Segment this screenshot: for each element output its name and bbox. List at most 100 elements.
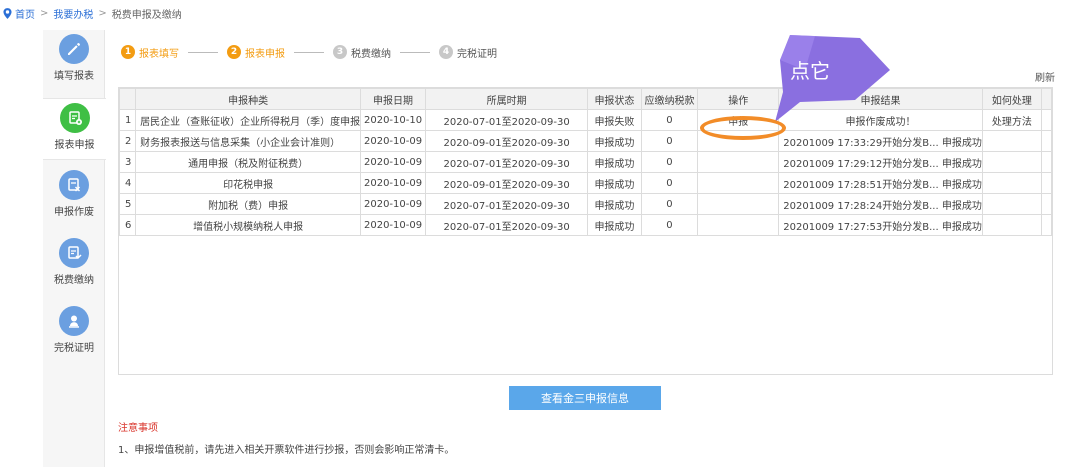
cell-date: 2020-10-09: [360, 172, 426, 194]
cell-result: 申报作废成功！: [778, 109, 983, 131]
cell-tax: 0: [640, 130, 699, 152]
step-tax-certificate[interactable]: 4 完税证明: [439, 45, 497, 60]
cell-handle: [981, 172, 1042, 194]
cell-index: 2: [118, 130, 137, 152]
cell-period: 2020-07-01至2020-09-30: [424, 151, 589, 173]
declaration-table: 申报种类 申报日期 所属时期 申报状态 应缴纳税款 操作 申报结果 如何处理 1…: [118, 88, 1053, 236]
step-label: 报表申报: [245, 48, 285, 60]
handle-method-link[interactable]: 处理方法: [981, 109, 1042, 131]
cell-period: 2020-09-01至2020-09-30: [424, 172, 589, 194]
location-pin-icon: [3, 7, 12, 19]
cell-result: 20201009 17:28:24开始分发B... 申报成功: [778, 193, 983, 215]
scrollbar-gutter: [1040, 193, 1053, 215]
sidebar-item-label: 填写报表: [54, 71, 94, 82]
scrollbar-gutter: [1040, 172, 1053, 194]
cell-result: 20201009 17:28:51开始分发B... 申报成功: [778, 172, 983, 194]
cell-result: 20201009 17:27:53开始分发B... 申报成功: [778, 214, 983, 236]
column-header-operation: 操作: [697, 88, 780, 110]
cell-operation: [697, 193, 780, 215]
table-row: 1 居民企业（查账征收）企业所得税月（季）度申报 2020-10-10 2020…: [118, 109, 1053, 131]
cell-kind: 增值税小规模纳税人申报: [135, 214, 362, 236]
column-header-status: 申报状态: [587, 88, 642, 110]
cell-operation: [697, 214, 780, 236]
cell-operation: [697, 172, 780, 194]
table-row: 3 通用申报（税及附征税费） 2020-10-09 2020-07-01至202…: [118, 151, 1053, 173]
sidebar-item-label: 报表申报: [54, 140, 95, 151]
cell-result: 20201009 17:29:12开始分发B... 申报成功: [778, 151, 983, 173]
cell-kind: 印花税申报: [135, 172, 362, 194]
certificate-icon: [59, 306, 89, 336]
cell-handle: [981, 151, 1042, 173]
step-number: 3: [333, 45, 347, 59]
payment-icon: [59, 238, 89, 268]
breadcrumb-home-link[interactable]: 首页: [15, 6, 35, 21]
cell-status: 申报成功: [587, 130, 642, 152]
cell-operation: [697, 151, 780, 173]
breadcrumb-separator: >: [40, 7, 49, 19]
refresh-link[interactable]: 刷新: [1035, 69, 1055, 84]
cell-kind: 通用申报（税及附征税费）: [135, 151, 362, 173]
sidebar-item-label: 税费缴纳: [54, 275, 94, 286]
cell-status: 申报成功: [587, 214, 642, 236]
notice-title: 注意事项: [118, 423, 158, 434]
step-fill-report[interactable]: 1 报表填写: [121, 45, 179, 60]
column-header-period: 所属时期: [424, 88, 589, 110]
sidebar-item-tax-payment[interactable]: 税费缴纳: [43, 234, 105, 296]
progress-steps: 1 报表填写 2 报表申报 3 税费缴纳 4 完税证明: [121, 43, 497, 61]
column-header-date: 申报日期: [360, 88, 426, 110]
cell-index: 3: [118, 151, 137, 173]
pencil-icon: [59, 34, 89, 64]
breadcrumb-current: 税费申报及缴纳: [111, 9, 182, 21]
column-header-tax: 应缴纳税款: [640, 88, 699, 110]
cell-result: 20201009 17:33:29开始分发B... 申报成功: [778, 130, 983, 152]
cell-status: 申报成功: [587, 193, 642, 215]
sidebar-item-label: 完税证明: [54, 343, 94, 354]
breadcrumb-separator: >: [98, 7, 107, 19]
cell-date: 2020-10-09: [360, 130, 426, 152]
cell-date: 2020-10-09: [360, 214, 426, 236]
view-jinsan-declaration-button[interactable]: 查看金三申报信息: [509, 386, 661, 410]
cell-handle: [981, 193, 1042, 215]
cell-operation: [697, 130, 780, 152]
step-connector: [294, 51, 324, 53]
cell-period: 2020-07-01至2020-09-30: [424, 109, 589, 131]
void-icon: [59, 170, 89, 200]
step-number: 4: [439, 45, 453, 59]
cell-date: 2020-10-09: [360, 151, 426, 173]
column-header-index: [118, 88, 137, 110]
scrollbar-gutter: [1040, 151, 1053, 173]
sidebar-item-tax-certificate[interactable]: 完税证明: [43, 302, 105, 364]
report-submit-icon: [59, 103, 90, 133]
step-tax-payment[interactable]: 3 税费缴纳: [333, 45, 391, 60]
sidebar-item-fill-report[interactable]: 填写报表: [43, 30, 105, 92]
step-submit-report[interactable]: 2 报表申报: [227, 45, 285, 60]
notice-text: 1、申报增值税前，请先进入相关开票软件进行抄报，否则会影响正常清卡。: [118, 445, 455, 456]
cell-date: 2020-10-10: [360, 109, 426, 131]
declare-button[interactable]: 申报: [697, 109, 780, 131]
cell-tax: 0: [640, 109, 699, 131]
cell-status: 申报成功: [587, 151, 642, 173]
cell-tax: 0: [640, 172, 699, 194]
sidebar: 填写报表 报表申报 申报作废 税费缴纳 完税证明: [43, 30, 106, 467]
step-label: 税费缴纳: [351, 48, 391, 60]
breadcrumb: 首页 > 我要办税 > 税费申报及缴纳: [3, 5, 182, 21]
cell-index: 5: [118, 193, 137, 215]
scrollbar-gutter: [1040, 214, 1053, 236]
sidebar-item-void-declaration[interactable]: 申报作废: [43, 166, 105, 228]
cell-kind: 财务报表报送与信息采集（小企业会计准则）: [135, 130, 362, 152]
table-header-row: 申报种类 申报日期 所属时期 申报状态 应缴纳税款 操作 申报结果 如何处理: [118, 88, 1053, 110]
cell-index: 4: [118, 172, 137, 194]
step-connector: [188, 51, 218, 53]
column-header-handle: 如何处理: [981, 88, 1042, 110]
cell-tax: 0: [640, 151, 699, 173]
step-label: 完税证明: [457, 48, 497, 60]
breadcrumb-tax-link[interactable]: 我要办税: [53, 6, 93, 21]
column-header-kind: 申报种类: [135, 88, 362, 110]
column-header-result: 申报结果: [778, 88, 983, 110]
cell-status: 申报成功: [587, 172, 642, 194]
scrollbar-gutter: [1040, 109, 1053, 131]
cell-period: 2020-09-01至2020-09-30: [424, 130, 589, 152]
cell-period: 2020-07-01至2020-09-30: [424, 214, 589, 236]
sidebar-item-submit-report[interactable]: 报表申报: [43, 98, 106, 160]
declaration-table-container: 申报种类 申报日期 所属时期 申报状态 应缴纳税款 操作 申报结果 如何处理 1…: [118, 87, 1053, 375]
